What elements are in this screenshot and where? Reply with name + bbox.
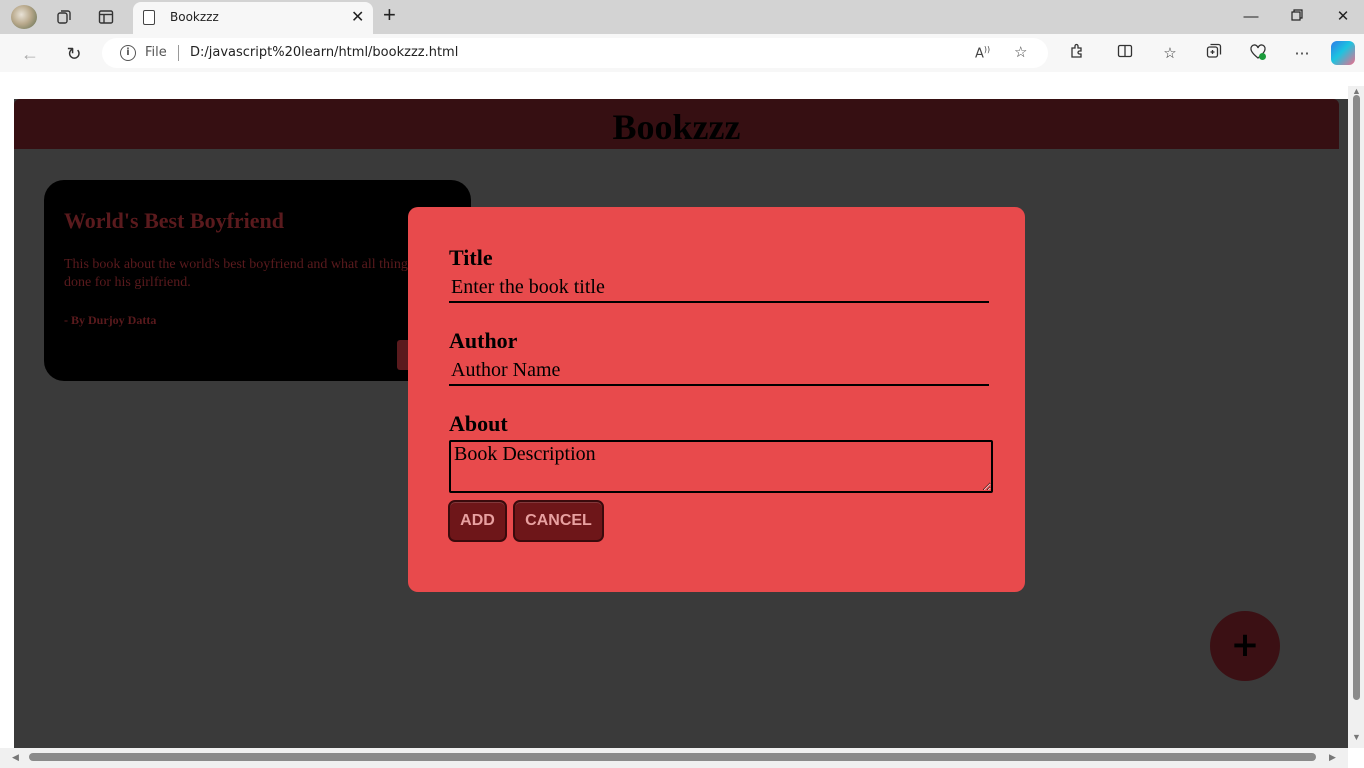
profile-avatar[interactable]: [11, 5, 37, 29]
back-arrow-icon[interactable]: ←: [16, 40, 44, 68]
favorite-star-icon[interactable]: ☆: [1014, 43, 1027, 61]
address-bar[interactable]: i File D:/javascript%20learn/html/bookzz…: [102, 38, 1048, 68]
about-label: About: [449, 411, 508, 436]
browser-toolbar: ← ↻ i File D:/javascript%20learn/html/bo…: [0, 34, 1364, 72]
page-title: Bookzzz: [612, 107, 741, 147]
cancel-button[interactable]: CANCEL: [513, 500, 604, 542]
title-label: Title: [449, 245, 493, 270]
new-tab-icon[interactable]: +: [383, 2, 396, 28]
minimize-icon[interactable]: —: [1236, 4, 1266, 30]
add-book-modal: Title Author About ADD CANCEL: [408, 207, 1025, 592]
horizontal-scroll-thumb[interactable]: [29, 753, 1316, 761]
url-text[interactable]: D:/javascript%20learn/html/bookzzz.html: [190, 45, 458, 60]
tab-title: Bookzzz: [170, 10, 219, 24]
split-screen-icon[interactable]: [1114, 43, 1136, 65]
title-input[interactable]: [449, 273, 989, 303]
close-window-icon[interactable]: ✕: [1328, 4, 1358, 30]
favorites-icon[interactable]: ☆: [1159, 43, 1181, 65]
book-author: - By Durjoy Datta: [64, 313, 157, 327]
scroll-left-icon[interactable]: ◀: [12, 752, 19, 763]
about-textarea[interactable]: [449, 440, 993, 493]
extensions-icon[interactable]: [1066, 43, 1088, 65]
plus-icon: +: [1230, 625, 1260, 665]
page-viewport: Bookzzz World's Best Boyfriend This book…: [14, 99, 1348, 748]
close-icon[interactable]: ✕: [351, 7, 364, 27]
book-card: World's Best Boyfriend This book about t…: [44, 180, 471, 381]
tab-actions-icon[interactable]: [94, 5, 118, 29]
more-icon[interactable]: ⋯: [1291, 43, 1313, 65]
scroll-down-icon[interactable]: ▼: [1352, 732, 1361, 742]
address-separator: [178, 45, 179, 61]
collections-icon[interactable]: [1203, 43, 1225, 65]
book-description: This book about the world's best boyfrie…: [64, 257, 431, 290]
vertical-scroll-thumb[interactable]: [1353, 95, 1360, 700]
scroll-right-icon[interactable]: ▶: [1329, 752, 1336, 763]
info-icon[interactable]: i: [120, 45, 136, 61]
add-button[interactable]: ADD: [448, 500, 507, 542]
horizontal-scrollbar[interactable]: ◀ ▶: [0, 748, 1348, 768]
book-title: World's Best Boyfriend: [64, 208, 285, 233]
author-label: Author: [449, 328, 518, 353]
restore-icon[interactable]: [1282, 4, 1312, 30]
vertical-scrollbar[interactable]: ▲ ▼: [1348, 86, 1364, 748]
browser-essentials-icon[interactable]: [1247, 43, 1269, 65]
refresh-icon[interactable]: ↻: [60, 40, 88, 68]
page-header: Bookzzz: [14, 99, 1339, 149]
copilot-icon[interactable]: [1331, 41, 1355, 65]
add-book-fab[interactable]: +: [1210, 611, 1280, 681]
author-input[interactable]: [449, 356, 989, 386]
active-tab[interactable]: Bookzzz ✕: [133, 2, 373, 34]
browser-tab-bar: Bookzzz ✕ + — ✕: [0, 0, 1364, 34]
collections-icon[interactable]: [52, 5, 76, 29]
read-aloud-icon[interactable]: A)): [975, 45, 990, 61]
page-icon: [143, 10, 155, 25]
address-scheme: File: [145, 45, 167, 60]
